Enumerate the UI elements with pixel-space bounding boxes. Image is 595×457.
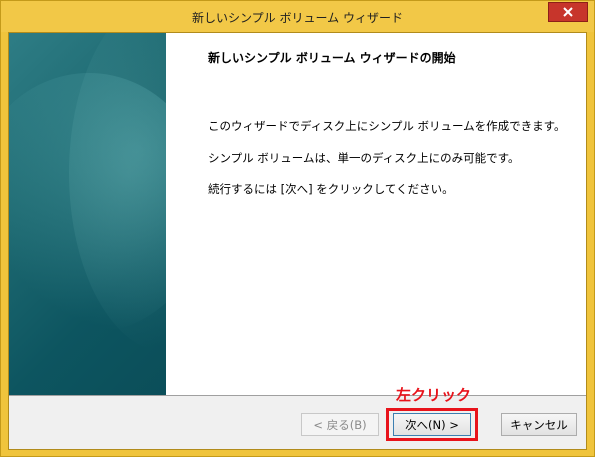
close-button[interactable] [548, 2, 588, 22]
cancel-button[interactable]: キャンセル [501, 413, 577, 436]
instruction-text: 続行するには [次へ] をクリックしてください。 [208, 182, 454, 196]
back-button[interactable]: < 戻る(B) [301, 413, 379, 436]
next-button-highlight [386, 408, 478, 441]
footer-separator [9, 395, 586, 396]
window-title: 新しいシンプル ボリューム ウィザード [192, 11, 403, 25]
close-icon [563, 7, 573, 17]
wizard-content: 新しいシンプル ボリューム ウィザードの開始 このウィザードでディスク上にシンプ… [166, 33, 586, 395]
wizard-client-area: 新しいシンプル ボリューム ウィザードの開始 このウィザードでディスク上にシンプ… [8, 32, 587, 450]
page-heading: 新しいシンプル ボリューム ウィザードの開始 [208, 51, 456, 65]
description-text: シンプル ボリュームは、単一のディスク上にのみ可能です。 [208, 151, 520, 165]
title-bar[interactable]: 新しいシンプル ボリューム ウィザード [1, 1, 594, 32]
wizard-side-banner [9, 33, 166, 395]
description-text: このウィザードでディスク上にシンプル ボリュームを作成できます。 [208, 119, 566, 133]
left-click-annotation: 左クリック [396, 386, 472, 404]
wizard-window: 新しいシンプル ボリューム ウィザード 新しいシンプル ボリューム ウィザードの… [0, 0, 595, 457]
